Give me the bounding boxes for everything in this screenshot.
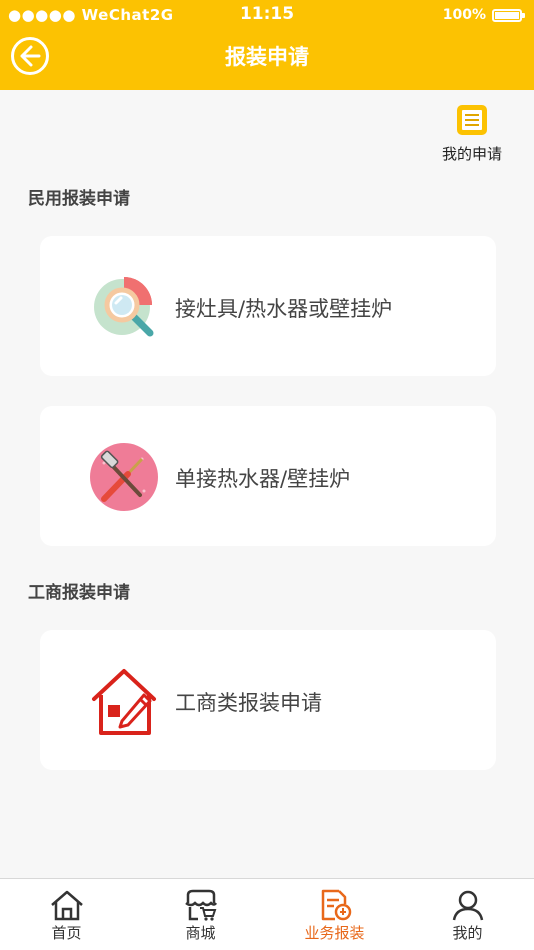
home-icon [50, 890, 83, 921]
my-applications-button[interactable]: 我的申请 [436, 103, 508, 164]
card-label: 单接热水器/壁挂炉 [175, 467, 351, 491]
document-list-icon [457, 105, 487, 135]
tab-mine[interactable]: 我的 [401, 879, 534, 950]
bottom-tab-bar: 首页 商城 业务报装 我的 [0, 878, 534, 950]
tab-home[interactable]: 首页 [0, 879, 133, 950]
top-bar: ●●●●● WeChat2G 11:15 100% 报装申请 [0, 0, 534, 90]
section-title-residential: 民用报装申请 [28, 189, 130, 209]
application-icon [321, 889, 351, 921]
shop-icon [184, 889, 217, 921]
card-label: 工商类报装申请 [175, 691, 322, 715]
battery-icon [492, 9, 525, 22]
card-water-heater-boiler[interactable]: 单接热水器/壁挂炉 [40, 406, 496, 546]
battery-percent: 100% [442, 7, 486, 23]
tab-label: 首页 [51, 924, 82, 942]
card-stove-heater-boiler[interactable]: 接灶具/热水器或壁挂炉 [40, 236, 496, 376]
tab-application[interactable]: 业务报装 [268, 879, 401, 950]
card-commercial-application[interactable]: 工商类报装申请 [40, 630, 496, 770]
card-label: 接灶具/热水器或壁挂炉 [175, 297, 393, 321]
page-title: 报装申请 [225, 45, 309, 69]
tab-label: 我的 [452, 924, 483, 942]
status-bar: ●●●●● WeChat2G 11:15 100% [0, 0, 534, 30]
tab-shop[interactable]: 商城 [134, 879, 267, 950]
magnifier-chart-icon [94, 277, 154, 337]
tab-label: 业务报装 [304, 924, 365, 942]
my-applications-label: 我的申请 [441, 145, 502, 163]
house-pencil-icon [92, 669, 156, 735]
section-title-commercial: 工商报装申请 [28, 583, 130, 603]
user-icon [452, 890, 483, 921]
tab-label: 商城 [185, 924, 216, 942]
tools-icon [90, 443, 158, 511]
